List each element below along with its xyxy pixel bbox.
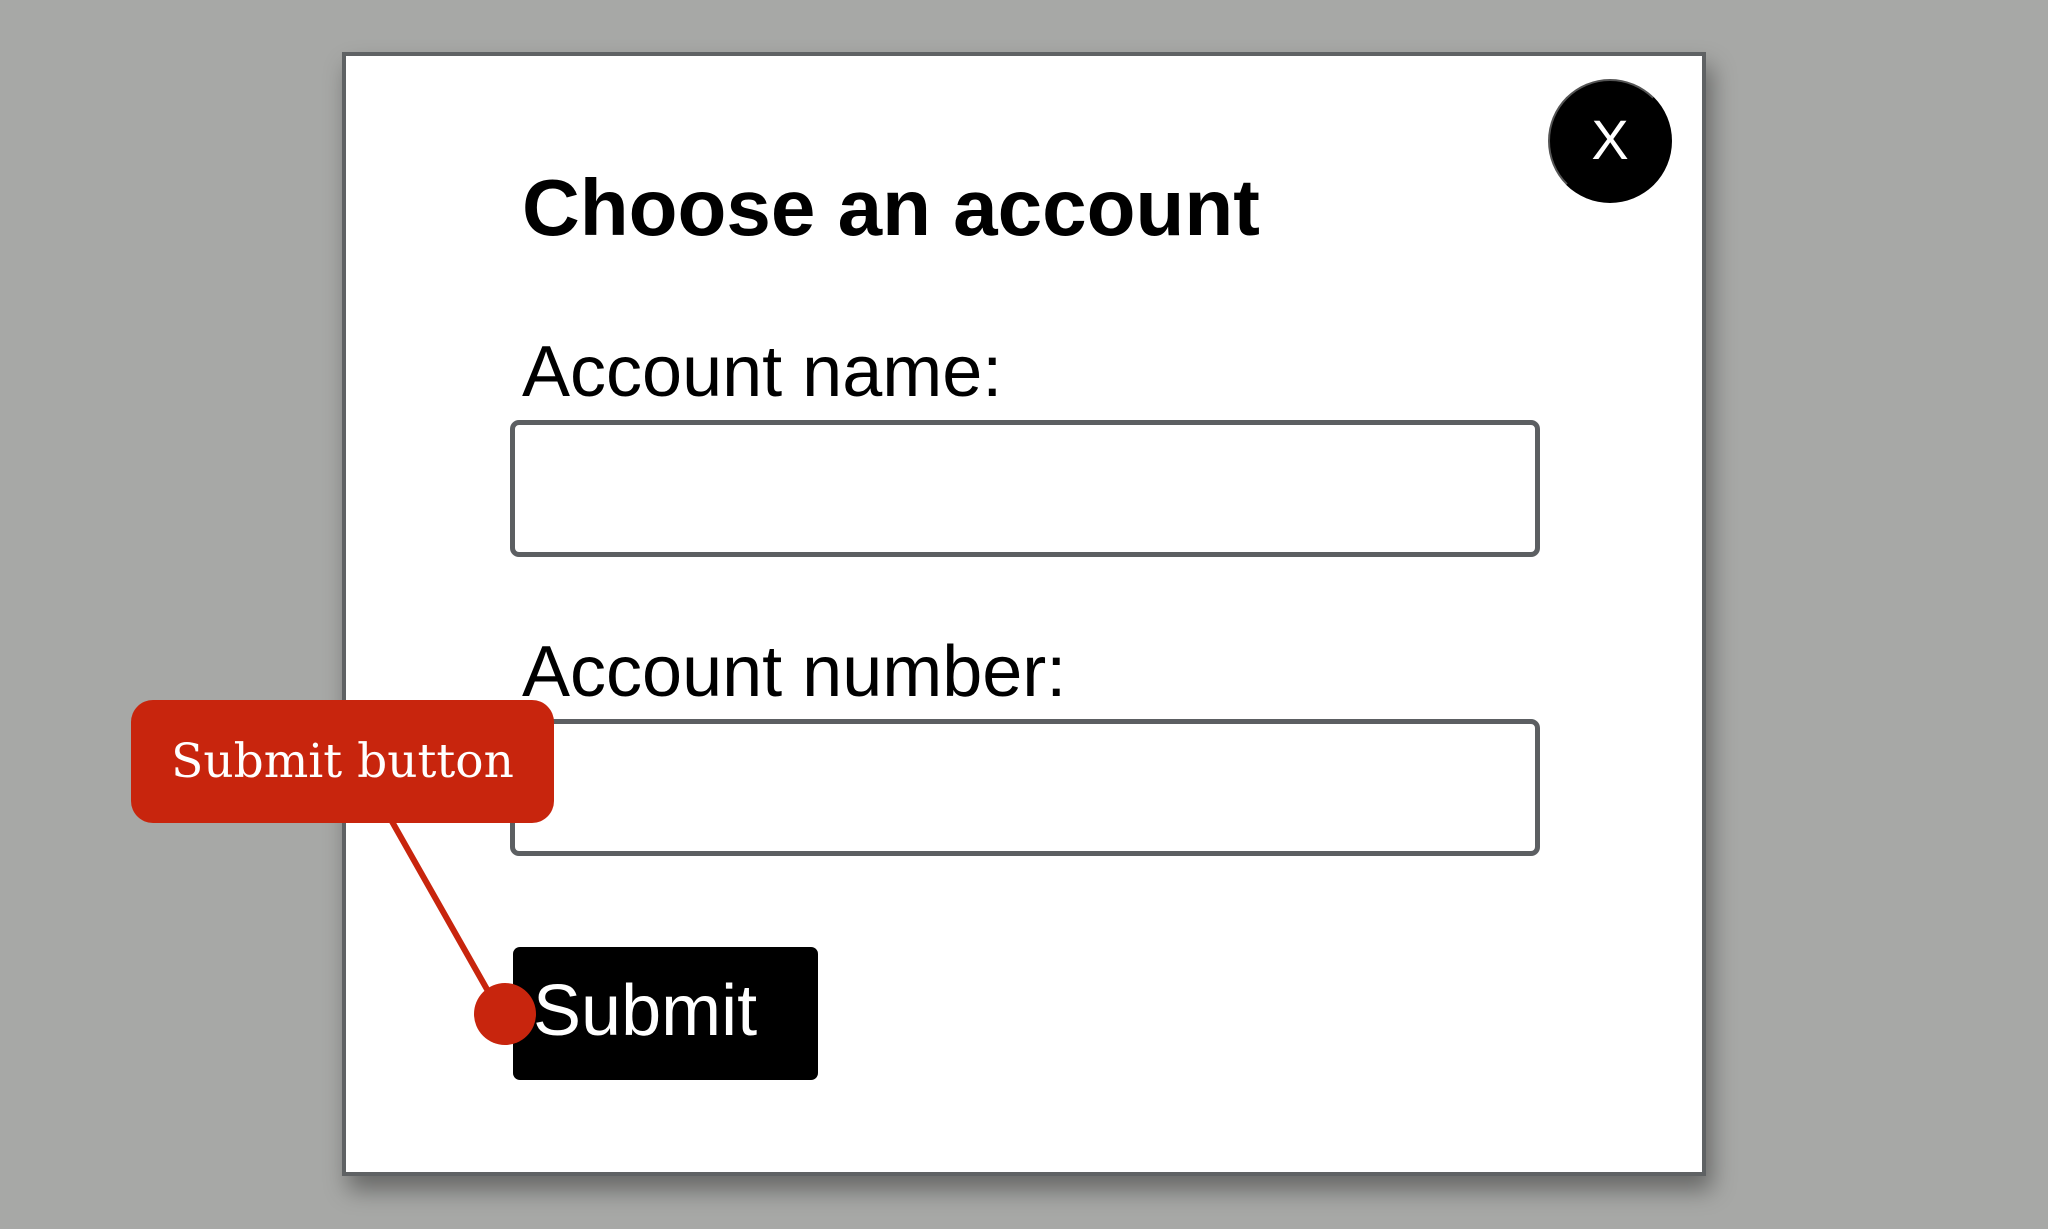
account-number-label: Account number: — [522, 632, 1067, 712]
account-name-input[interactable] — [510, 420, 1540, 557]
close-label: X — [1591, 108, 1629, 171]
account-number-input[interactable] — [510, 719, 1540, 856]
account-name-label: Account name: — [522, 332, 1003, 412]
submit-button[interactable]: Submit — [513, 947, 818, 1080]
dialog-title: Choose an account — [522, 163, 1260, 252]
callout-dot — [474, 983, 536, 1045]
callout-label: Submit button — [131, 700, 554, 823]
close-button[interactable]: X — [1548, 79, 1672, 203]
